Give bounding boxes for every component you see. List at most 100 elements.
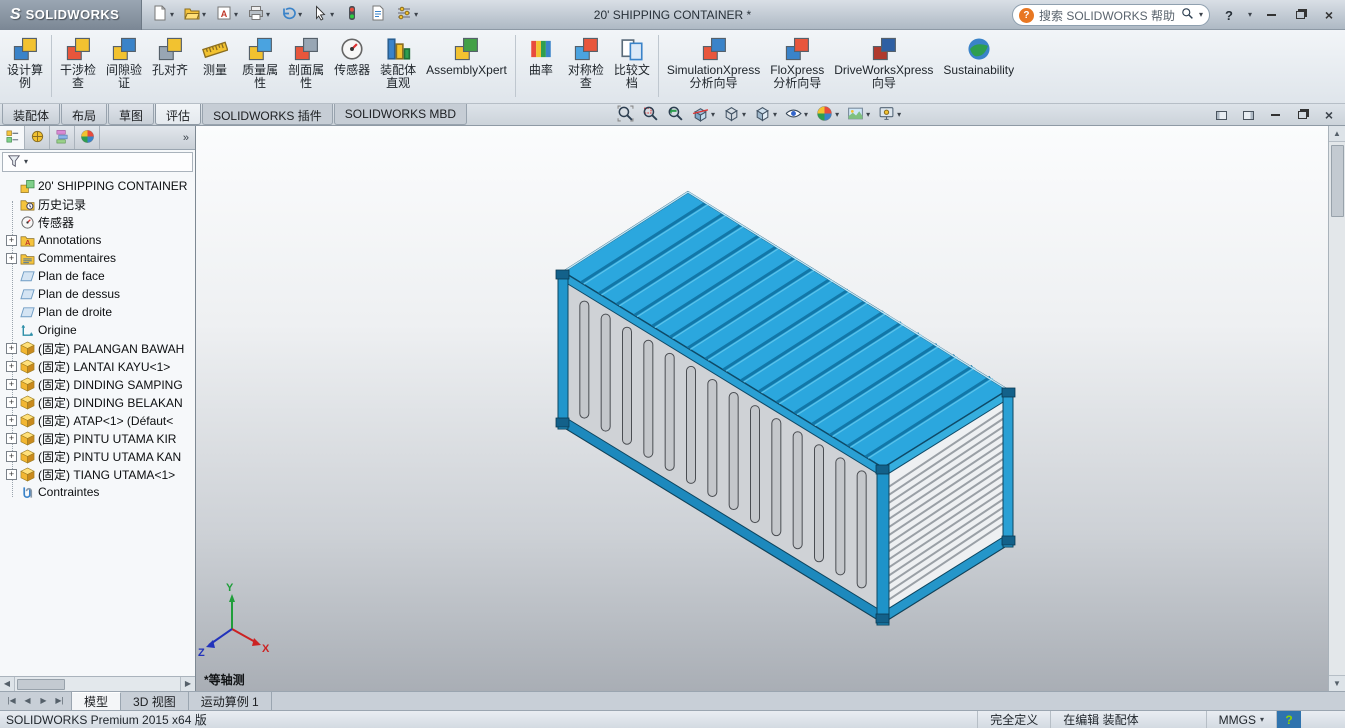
file-properties-button[interactable] <box>366 3 390 27</box>
tab-layout[interactable]: 布局 <box>61 104 108 125</box>
panel-tab-display-manager[interactable] <box>75 126 100 149</box>
symmetry-check-button[interactable]: 对称检查 <box>563 32 609 100</box>
apply-scene-button[interactable]: ▾ <box>845 104 872 126</box>
restore-button[interactable] <box>1290 5 1310 25</box>
tree-item[interactable]: + (固定) DINDING BELAKAN <box>0 393 195 411</box>
tab-evaluate[interactable]: 评估 <box>155 104 202 125</box>
expand-toggle[interactable]: + <box>6 360 17 372</box>
units-selector[interactable]: MMGS ▾ <box>1205 711 1276 728</box>
previous-tab-button[interactable]: ◀ <box>21 694 34 709</box>
measure-button[interactable]: 测量 <box>193 32 237 100</box>
tree-item[interactable]: + A Annotations <box>0 231 195 249</box>
hole-alignment-button[interactable]: 孔对齐 <box>147 32 193 100</box>
units-dropdown-caret[interactable]: ▾ <box>1260 715 1264 724</box>
open-button[interactable]: ▾ <box>180 3 210 27</box>
dropdown-caret[interactable]: ▾ <box>773 111 777 119</box>
left-pane-toggle-button[interactable] <box>1213 107 1229 123</box>
dropdown-caret[interactable]: ▾ <box>202 10 206 19</box>
scroll-thumb[interactable] <box>1330 145 1344 217</box>
expand-toggle[interactable]: + <box>6 252 17 264</box>
zoom-area-button[interactable] <box>640 104 661 126</box>
display-style-button[interactable]: ▾ <box>752 104 779 126</box>
previous-view-button[interactable] <box>665 104 686 126</box>
undo-button[interactable]: ▾ <box>276 3 306 27</box>
sustainability-button[interactable]: Sustainability <box>938 32 1019 100</box>
panel-tab-configuration-manager[interactable] <box>50 126 75 149</box>
expand-toggle[interactable]: + <box>6 378 17 390</box>
expand-toggle[interactable]: + <box>6 342 17 354</box>
assembly-visualization-button[interactable]: 装配体 直观 <box>375 32 421 100</box>
dropdown-caret[interactable]: ▾ <box>330 10 334 19</box>
tree-item[interactable]: Origine <box>0 321 195 339</box>
viewport-vertical-scrollbar[interactable]: ▲ ▼ <box>1328 126 1345 691</box>
dropdown-caret[interactable]: ▾ <box>711 111 715 119</box>
scroll-down-button[interactable]: ▼ <box>1329 675 1345 691</box>
mass-properties-button[interactable]: 质量属性 <box>237 32 283 100</box>
dropdown-caret[interactable]: ▾ <box>804 111 808 119</box>
expand-toggle[interactable]: + <box>6 396 17 408</box>
rebuild-button[interactable] <box>340 3 364 27</box>
dropdown-caret[interactable]: ▾ <box>170 10 174 19</box>
scroll-right-button[interactable]: ▶ <box>180 677 195 691</box>
dropdown-caret[interactable]: ▾ <box>298 10 302 19</box>
tree-filter-bar[interactable]: ▾ <box>2 152 193 172</box>
panel-tab-feature-manager[interactable] <box>0 126 25 149</box>
dropdown-caret[interactable]: ▾ <box>866 111 870 119</box>
new-document-button[interactable]: ▾ <box>148 3 178 27</box>
tree-item[interactable]: + (固定) ATAP<1> (Défaut< <box>0 411 195 429</box>
floxpress-button[interactable]: FloXpress 分析向导 <box>765 32 829 100</box>
zoom-fit-button[interactable] <box>615 104 636 126</box>
search-icon[interactable] <box>1181 7 1194 23</box>
tab-assembly[interactable]: 装配体 <box>2 104 61 125</box>
expand-toggle[interactable]: + <box>6 432 17 444</box>
sensor-button[interactable]: 传感器 <box>329 32 375 100</box>
options-button[interactable]: ▾ <box>392 3 422 27</box>
tab-sketch[interactable]: 草图 <box>108 104 155 125</box>
dropdown-caret[interactable]: ▾ <box>742 111 746 119</box>
3d-viewport[interactable]: Y X Z *等轴测 <box>196 126 1328 691</box>
scroll-left-button[interactable]: ◀ <box>0 677 15 691</box>
curvature-button[interactable]: 曲率 <box>519 32 563 100</box>
help-dropdown-caret[interactable]: ▾ <box>1248 11 1252 19</box>
doc-restore-button[interactable] <box>1294 107 1310 123</box>
tree-item[interactable]: 传感器 <box>0 213 195 231</box>
hide-show-items-button[interactable]: ▾ <box>783 104 810 126</box>
dropdown-caret[interactable]: ▾ <box>234 10 238 19</box>
doc-tab-motion-study-1[interactable]: 运动算例 1 <box>188 692 272 710</box>
tab-solidworks-addins[interactable]: SOLIDWORKS 插件 <box>202 104 333 125</box>
print-button[interactable]: ▾ <box>244 3 274 27</box>
panel-overflow-chevron[interactable]: » <box>177 126 195 149</box>
shipping-container-model[interactable]: Y X Z <box>196 126 1328 691</box>
last-tab-button[interactable]: ▶| <box>53 694 66 709</box>
expand-toggle[interactable]: + <box>6 414 17 426</box>
tree-item[interactable]: Plan de droite <box>0 303 195 321</box>
tree-item[interactable]: + (固定) PINTU UTAMA KIR <box>0 429 195 447</box>
view-settings-button[interactable]: ▾ <box>876 104 903 126</box>
interference-detection-button[interactable]: 干涉检查 <box>55 32 101 100</box>
compare-documents-button[interactable]: 比较文档 <box>609 32 655 100</box>
doc-tab-model[interactable]: 模型 <box>72 692 122 710</box>
panel-horizontal-scrollbar[interactable]: ◀ ▶ <box>0 676 195 691</box>
scroll-thumb[interactable] <box>17 678 65 690</box>
tab-solidworks-mbd[interactable]: SOLIDWORKS MBD <box>333 104 468 125</box>
right-pane-toggle-button[interactable] <box>1240 107 1256 123</box>
edit-appearance-button[interactable]: ▾ <box>814 104 841 126</box>
assemblyxpert-button[interactable]: AssemblyXpert <box>421 32 512 100</box>
tree-item[interactable]: Plan de face <box>0 267 195 285</box>
doc-minimize-button[interactable] <box>1267 107 1283 123</box>
minimize-button[interactable] <box>1261 5 1281 25</box>
dropdown-caret[interactable]: ▾ <box>266 10 270 19</box>
dropdown-caret[interactable]: ▾ <box>897 111 901 119</box>
tree-item[interactable]: Contraintes <box>0 483 195 501</box>
view-orientation-button[interactable]: ▾ <box>721 104 748 126</box>
select-button[interactable]: ▾ <box>308 3 338 27</box>
expand-toggle[interactable]: + <box>6 450 17 462</box>
doc-close-button[interactable]: × <box>1321 107 1337 123</box>
panel-tab-property-manager[interactable] <box>25 126 50 149</box>
scroll-up-button[interactable]: ▲ <box>1329 126 1345 142</box>
first-tab-button[interactable]: |◀ <box>5 694 18 709</box>
filter-dropdown-caret[interactable]: ▾ <box>24 158 28 166</box>
tree-item[interactable]: + (固定) DINDING SAMPING <box>0 375 195 393</box>
tree-item[interactable]: + (固定) TIANG UTAMA<1> <box>0 465 195 483</box>
close-button[interactable]: × <box>1319 5 1339 25</box>
